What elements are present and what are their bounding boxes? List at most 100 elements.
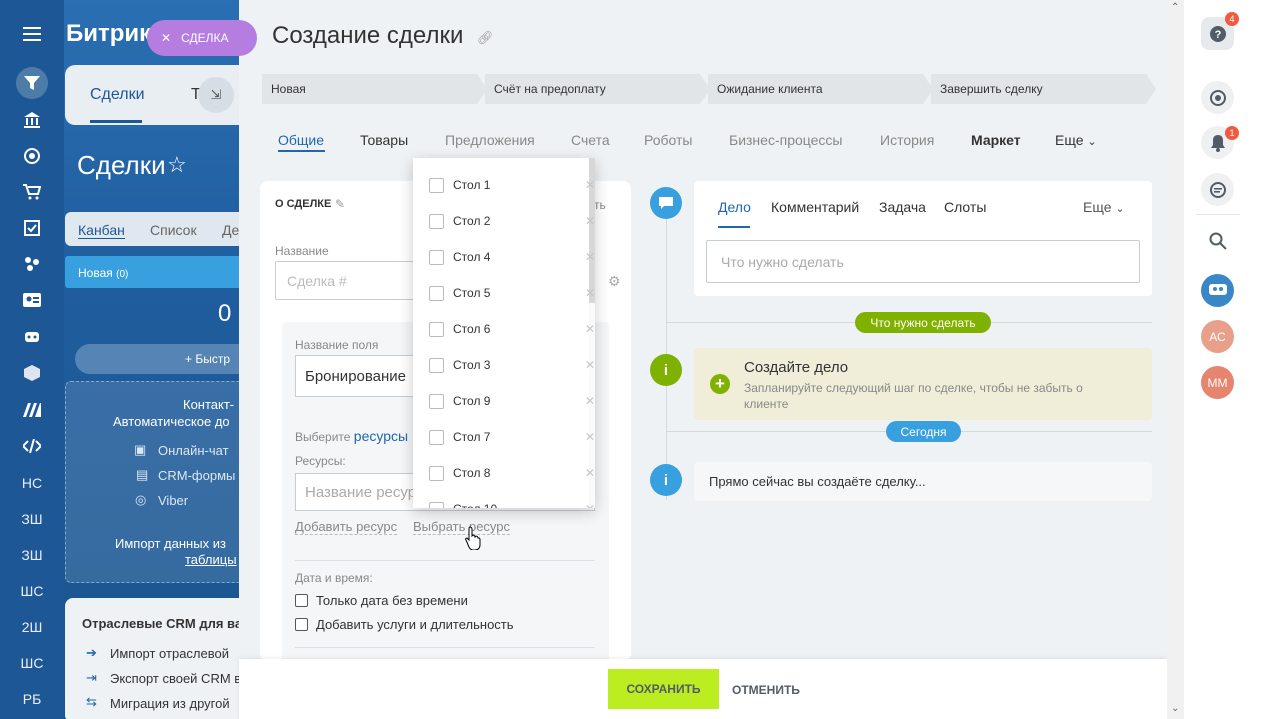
remove-icon[interactable]: ✕: [585, 214, 595, 228]
dropdown-option[interactable]: Стол 9 ✕: [429, 389, 595, 413]
dropdown-option[interactable]: Стол 5 ✕: [429, 281, 595, 305]
bg-tab-deals[interactable]: Сделки: [90, 86, 145, 104]
bg-industry-item[interactable]: Импорт отраслевой: [110, 646, 229, 661]
tasks-icon[interactable]: [0, 212, 64, 244]
remove-icon[interactable]: ✕: [585, 466, 595, 480]
dropdown-option[interactable]: Стол 10 ✕: [429, 497, 595, 508]
bg-view-list[interactable]: Список: [150, 222, 197, 238]
tab-robots[interactable]: Роботы: [644, 132, 692, 148]
robot-icon[interactable]: [0, 320, 64, 352]
dropdown-option[interactable]: Стол 8 ✕: [429, 461, 595, 485]
bank-icon[interactable]: [0, 104, 64, 136]
avatar[interactable]: АС: [1201, 320, 1234, 353]
checkbox[interactable]: [295, 618, 308, 631]
target-icon[interactable]: [0, 140, 64, 172]
dropdown-option[interactable]: Стол 3 ✕: [429, 353, 595, 377]
chat-icon[interactable]: [1201, 173, 1234, 206]
checkbox-services[interactable]: Добавить услуги и длительность: [295, 617, 514, 632]
code-icon[interactable]: [0, 430, 64, 462]
scroll-down-icon[interactable]: ⌄: [1171, 703, 1179, 714]
dropdown-option[interactable]: Стол 1 ✕: [429, 173, 595, 197]
contact-card-icon[interactable]: [0, 284, 64, 316]
dropdown-option[interactable]: Стол 2 ✕: [429, 209, 595, 233]
resource-dropdown[interactable]: Стол 1 ✕ Стол 2 ✕ Стол 4 ✕ Стол 5 ✕ Стол 6 ✕ Стол …: [413, 158, 595, 508]
checkbox[interactable]: [429, 249, 444, 265]
remove-icon[interactable]: ✕: [585, 502, 595, 508]
minimize-icon[interactable]: ⇲: [198, 77, 234, 113]
bg-view-kanban[interactable]: Канбан: [78, 222, 125, 239]
activity-tab-slots[interactable]: Слоты: [944, 199, 986, 215]
nav-item-shs[interactable]: ШС: [0, 575, 64, 607]
slider-chip-close[interactable]: ✕ СДЕЛКА: [147, 20, 257, 56]
dropdown-option[interactable]: Стол 4 ✕: [429, 245, 595, 269]
bg-panel-item[interactable]: Viber: [158, 493, 188, 508]
checkbox[interactable]: [429, 501, 444, 508]
activity-tab-delo[interactable]: Дело: [718, 199, 751, 215]
link-icon[interactable]: 🔗︎: [477, 30, 494, 46]
bg-industry-item[interactable]: Экспорт своей CRM в: [110, 671, 241, 686]
stage-waiting[interactable]: Ожидание клиента: [708, 74, 933, 104]
edit-icon[interactable]: ✎: [335, 197, 345, 211]
scroll-up-icon[interactable]: ⌃: [1171, 2, 1179, 13]
bg-panel-item[interactable]: CRM-формы: [158, 468, 235, 483]
checkbox-date-only[interactable]: Только дата без времени: [295, 593, 468, 608]
bg-panel-item[interactable]: Онлайн-чат: [158, 443, 229, 458]
filter-icon[interactable]: [0, 67, 64, 99]
tab-general[interactable]: Общие: [278, 132, 324, 148]
tab-offers[interactable]: Предложения: [445, 132, 535, 148]
market-icon[interactable]: [0, 394, 64, 426]
dropdown-option[interactable]: Стол 7 ✕: [429, 425, 595, 449]
menu-icon[interactable]: [0, 18, 64, 50]
cancel-button[interactable]: ОТМЕНИТЬ: [732, 683, 800, 697]
activity-tab-task[interactable]: Задача: [879, 199, 926, 215]
box-icon[interactable]: [0, 357, 64, 389]
checkbox[interactable]: [429, 357, 444, 373]
checkbox[interactable]: [429, 393, 444, 409]
sitemap-icon[interactable]: [0, 248, 64, 280]
checkbox[interactable]: [429, 465, 444, 481]
dropdown-option[interactable]: Стол 6 ✕: [429, 317, 595, 341]
tab-business-processes[interactable]: Бизнес-процессы: [729, 132, 842, 148]
checkbox[interactable]: [429, 177, 444, 193]
page-scrollbar[interactable]: ⌃ ⌄: [1167, 0, 1184, 719]
cart-icon[interactable]: [0, 176, 64, 208]
pick-resource-link[interactable]: Выбрать ресурс: [413, 519, 511, 535]
activity-more[interactable]: Еще ⌄: [1083, 199, 1125, 215]
bg-industry-item[interactable]: Миграция из другой: [110, 696, 230, 711]
nav-item-zsh-2[interactable]: ЗШ: [0, 539, 64, 571]
remove-icon[interactable]: ✕: [585, 250, 595, 264]
tab-market[interactable]: Маркет: [971, 132, 1021, 148]
remove-icon[interactable]: ✕: [585, 286, 595, 300]
add-resource-link[interactable]: Добавить ресурс: [295, 519, 398, 535]
tab-history[interactable]: История: [880, 132, 934, 148]
remove-icon[interactable]: ✕: [585, 394, 595, 408]
bg-quick-add-button[interactable]: [75, 344, 265, 374]
stage-finish[interactable]: Завершить сделку: [931, 74, 1156, 104]
checkbox[interactable]: [295, 594, 308, 607]
remove-icon[interactable]: ✕: [585, 178, 595, 192]
checkbox[interactable]: [429, 285, 444, 301]
section-action[interactable]: ть: [594, 198, 606, 212]
bg-view-de[interactable]: Де: [222, 222, 239, 238]
star-icon[interactable]: ☆: [167, 152, 187, 178]
checkbox[interactable]: [429, 429, 444, 445]
sync-icon[interactable]: [1201, 81, 1234, 114]
remove-icon[interactable]: ✕: [585, 358, 595, 372]
tab-products[interactable]: Товары: [360, 132, 408, 148]
stage-invoice[interactable]: Счёт на предоплату: [485, 74, 710, 104]
nav-item-rb[interactable]: РБ: [0, 683, 64, 715]
avatar[interactable]: ММ: [1201, 366, 1234, 399]
nav-item-zsh[interactable]: ЗШ: [0, 503, 64, 535]
tab-invoices[interactable]: Счета: [571, 132, 610, 148]
activity-tab-comment[interactable]: Комментарий: [771, 199, 859, 215]
nav-item-2sh[interactable]: 2Ш: [0, 611, 64, 643]
nav-item-ns[interactable]: НС: [0, 467, 64, 499]
search-icon[interactable]: [1201, 224, 1234, 257]
plus-icon[interactable]: +: [710, 374, 730, 394]
remove-icon[interactable]: ✕: [585, 322, 595, 336]
nav-item-shs-2[interactable]: ШС: [0, 647, 64, 679]
group-chat-icon[interactable]: [1201, 274, 1234, 307]
tab-more[interactable]: Еще ⌄: [1055, 132, 1097, 148]
save-button[interactable]: СОХРАНИТЬ: [608, 669, 719, 709]
stage-new[interactable]: Новая: [262, 74, 487, 104]
